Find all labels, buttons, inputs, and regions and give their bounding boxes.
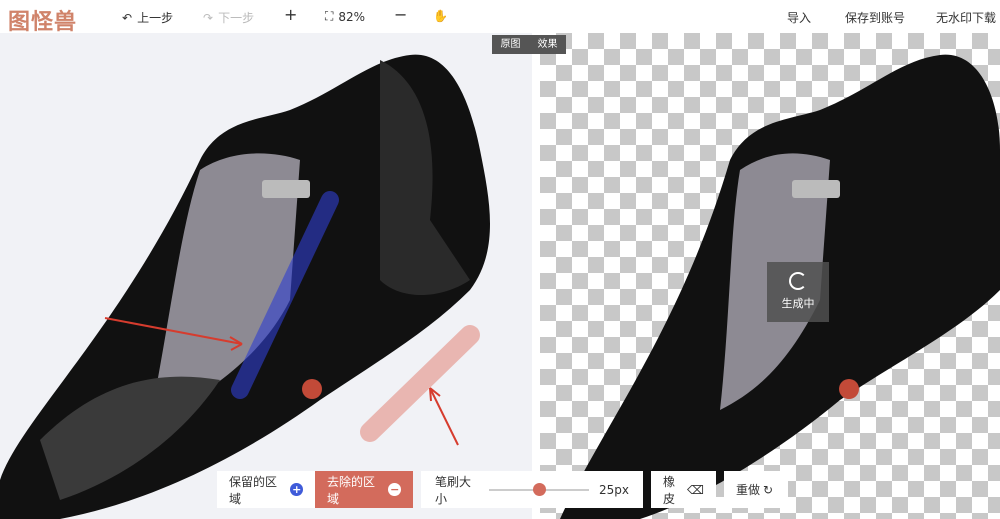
redo-tool-button[interactable]: 重做 ↻ — [724, 471, 785, 508]
redo-icon: ↷ — [203, 10, 214, 25]
divider — [532, 33, 540, 519]
download-button[interactable]: 无水印下载 — [936, 9, 996, 26]
keep-region-button[interactable]: 保留的区域 + — [217, 471, 315, 508]
zoom-in-button[interactable]: + — [284, 5, 297, 24]
minus-icon: − — [394, 5, 408, 24]
generating-overlay: 生成中 — [767, 262, 829, 322]
minus-circle-icon: − — [388, 483, 401, 496]
undo-label: 上一步 — [137, 11, 174, 25]
plus-circle-icon: + — [290, 483, 303, 496]
remove-label: 去除的区域 — [327, 474, 376, 506]
tab-original[interactable]: 原图 — [492, 35, 529, 54]
brush-size-control: 笔刷大小 25px — [421, 471, 643, 508]
hand-icon: ✋ — [433, 9, 448, 23]
top-bar: 图怪兽 ↶ 上一步 ↷ 下一步 + ⛶ 82% − ✋ 导入 保存到账号 无水印下载 — [0, 0, 1000, 35]
loading-spinner-icon — [789, 272, 807, 290]
fit-screen-icon: ⛶ — [325, 9, 334, 23]
redo-button[interactable]: ↷ 下一步 — [203, 9, 254, 26]
undo-button[interactable]: ↶ 上一步 — [122, 9, 173, 26]
undo-icon: ↶ — [122, 10, 133, 25]
shoe-original-image — [0, 54, 490, 519]
eraser-group: 橡皮 ⌫ — [651, 471, 716, 508]
original-canvas[interactable] — [0, 33, 532, 519]
hand-tool-button[interactable]: ✋ — [433, 9, 448, 23]
eraser-icon: ⌫ — [687, 482, 704, 497]
logo: 图怪兽 — [8, 10, 78, 35]
eraser-label: 橡皮 — [663, 474, 676, 506]
generating-label: 生成中 — [781, 297, 815, 310]
zoom-level: 82% — [338, 9, 366, 24]
remove-region-button[interactable]: 去除的区域 − — [315, 471, 413, 508]
view-toggle: 原图 效果 — [492, 35, 566, 54]
zoom-out-button[interactable]: − — [394, 5, 407, 24]
tab-effect[interactable]: 效果 — [529, 35, 566, 54]
fit-zoom-button[interactable]: ⛶ 82% — [325, 9, 365, 24]
redo-label: 下一步 — [218, 11, 255, 25]
slider-knob[interactable] — [532, 482, 546, 496]
keep-label: 保留的区域 — [229, 474, 278, 506]
refresh-icon: ↻ — [763, 482, 774, 497]
plus-icon: + — [284, 5, 298, 24]
eraser-button[interactable]: 橡皮 ⌫ — [651, 471, 716, 508]
brush-size-value: 25px — [599, 482, 629, 497]
import-button[interactable]: 导入 — [787, 9, 811, 26]
region-mode-group: 保留的区域 + 去除的区域 − — [217, 471, 413, 508]
brush-size-slider[interactable] — [488, 482, 589, 496]
save-account-button[interactable]: 保存到账号 — [845, 9, 905, 26]
brush-size-label: 笔刷大小 — [435, 474, 472, 506]
redo-tool-label: 重做 — [736, 483, 761, 497]
redo-group: 重做 ↻ — [724, 471, 788, 508]
